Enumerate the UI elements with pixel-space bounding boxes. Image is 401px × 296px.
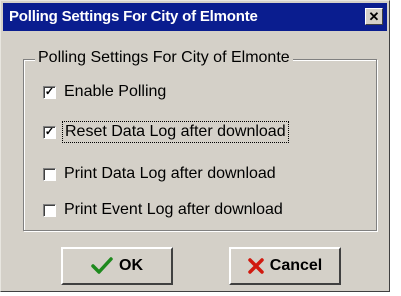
x-mark-icon: [248, 258, 264, 274]
enable-polling-label: Enable Polling: [64, 83, 167, 100]
title-bar[interactable]: Polling Settings For City of Elmonte ✕: [3, 3, 387, 31]
print-event-log-checkbox[interactable]: [43, 203, 56, 217]
window-title: Polling Settings For City of Elmonte: [9, 8, 258, 25]
reset-data-log-option[interactable]: ✓ Reset Data Log after download: [43, 121, 289, 143]
ok-button[interactable]: OK: [61, 247, 173, 285]
close-icon: ✕: [368, 9, 380, 24]
enable-polling-checkbox[interactable]: ✓: [43, 85, 56, 99]
cancel-button[interactable]: Cancel: [229, 247, 341, 285]
reset-data-log-label: Reset Data Log after download: [62, 121, 289, 143]
close-button[interactable]: ✕: [365, 8, 383, 25]
polling-settings-dialog: Polling Settings For City of Elmonte ✕ P…: [0, 0, 390, 292]
print-data-log-option[interactable]: Print Data Log after download: [43, 165, 276, 183]
group-legend: Polling Settings For City of Elmonte: [35, 49, 293, 67]
reset-data-log-checkbox[interactable]: ✓: [43, 125, 56, 139]
check-mark-icon: ✓: [44, 85, 55, 98]
cancel-label: Cancel: [269, 257, 323, 274]
check-mark-icon: ✓: [44, 125, 55, 138]
print-event-log-option[interactable]: Print Event Log after download: [43, 201, 283, 219]
ok-label: OK: [119, 257, 143, 274]
print-data-log-checkbox[interactable]: [43, 167, 56, 181]
checkmark-icon: [91, 257, 113, 275]
enable-polling-option[interactable]: ✓ Enable Polling: [43, 83, 166, 101]
print-data-log-label: Print Data Log after download: [64, 165, 276, 182]
print-event-log-label: Print Event Log after download: [64, 201, 283, 218]
